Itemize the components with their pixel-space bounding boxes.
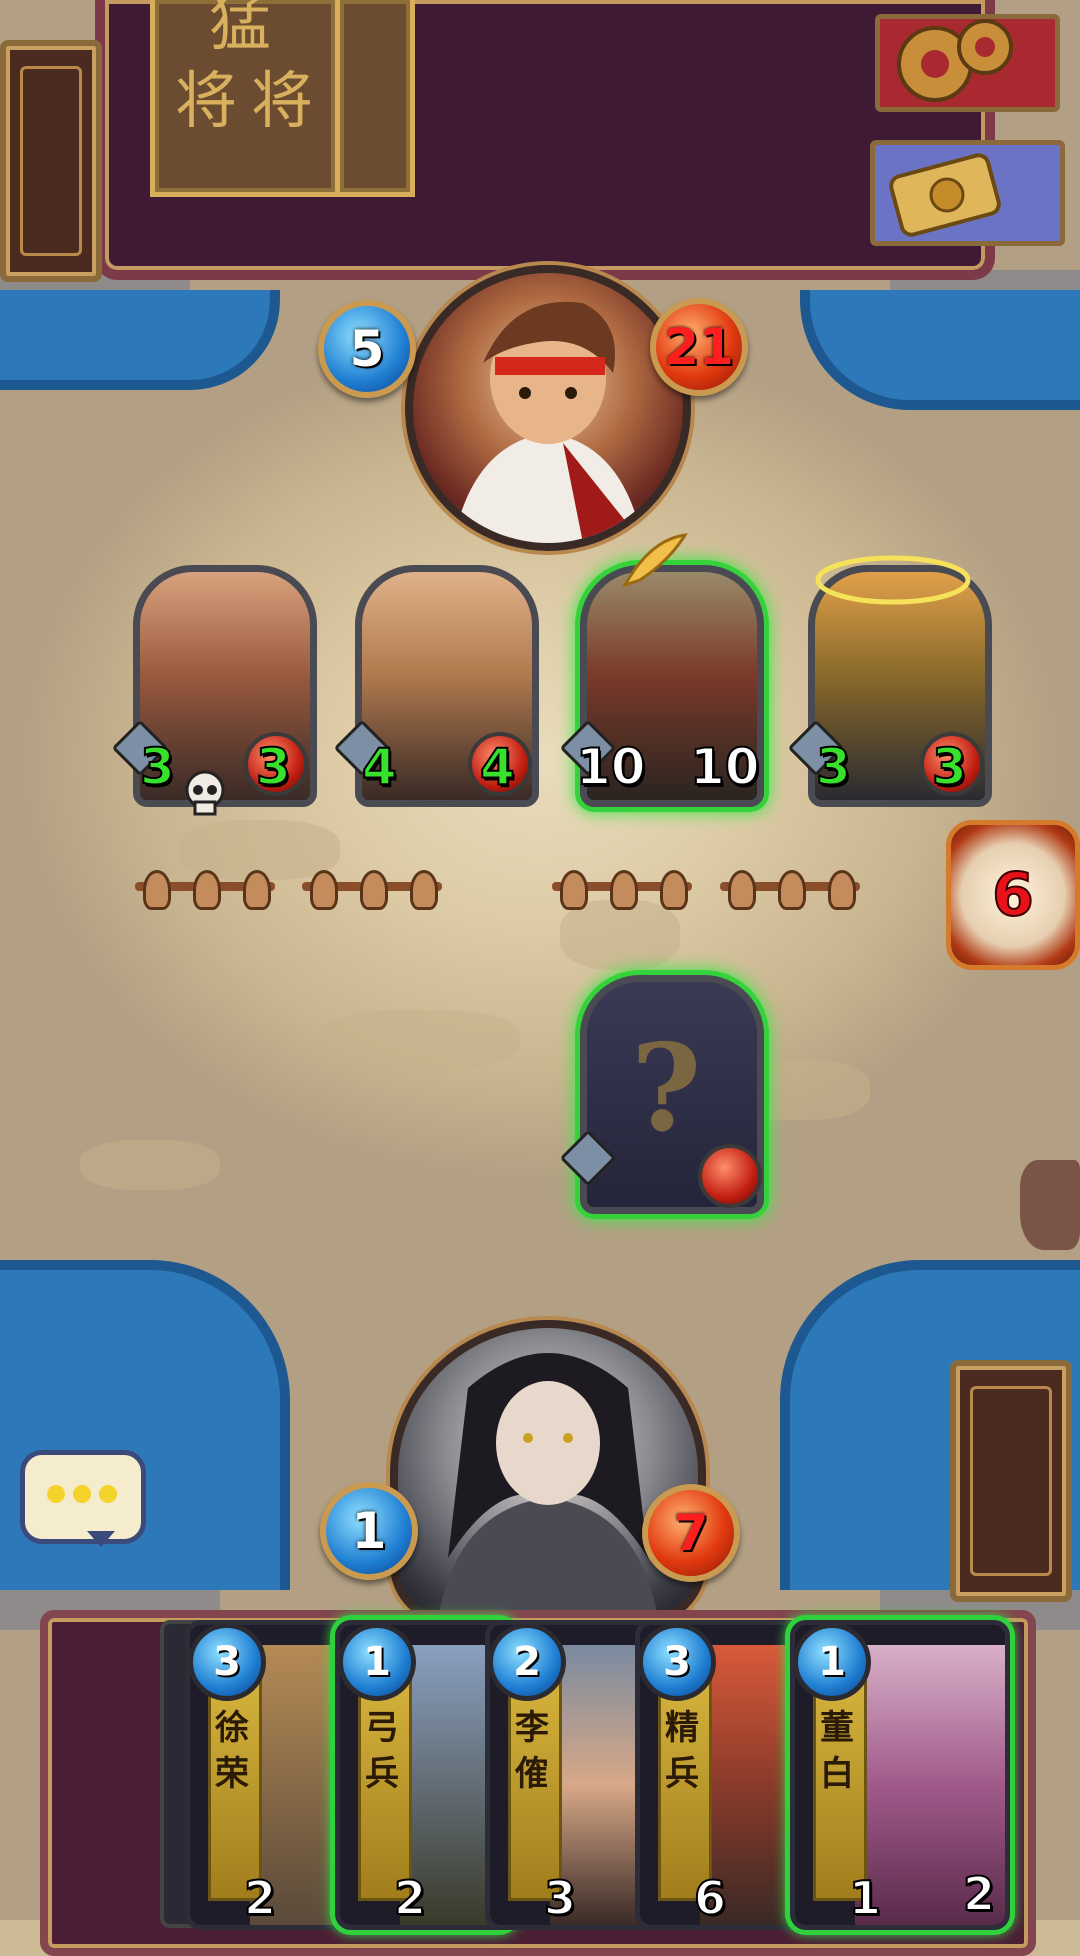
halo-icon	[815, 555, 971, 605]
hand-card-playable[interactable]: 董白 1 1 2	[790, 1620, 1010, 1930]
card-name: 弓兵	[365, 1708, 399, 1794]
settings-gear-icon	[897, 19, 1013, 102]
quests-button[interactable]	[870, 140, 1065, 246]
chat-dot	[73, 1485, 91, 1503]
player-mana-crystal: 1	[320, 1482, 418, 1580]
chat-dot	[47, 1485, 65, 1503]
card-name: 徐荣	[215, 1708, 249, 1794]
card-cost: 3	[190, 1625, 266, 1701]
player-deck-icon[interactable]	[950, 1360, 1072, 1602]
player-hero-art	[438, 1353, 658, 1618]
board-divider-fence	[302, 868, 442, 910]
rock-decoration	[1020, 1160, 1080, 1250]
hand-card[interactable]: 精兵 3 6	[635, 1620, 815, 1930]
opponent-mana-crystal: 5	[318, 300, 416, 398]
chat-bubble-icon[interactable]	[20, 1450, 146, 1547]
quest-scroll-icon	[889, 153, 1001, 237]
chat-dot	[99, 1485, 117, 1503]
minion-health: 3	[931, 738, 968, 796]
card-name: 精兵	[665, 1708, 699, 1794]
player-health: 7	[642, 1484, 740, 1582]
card-attack: 3	[543, 1870, 577, 1925]
minion-health: 3	[255, 738, 292, 796]
card-attack: 2	[393, 1870, 427, 1925]
opponent-hand-card: 猛 将 将	[150, 0, 340, 197]
opponent-deck-icon[interactable]	[0, 40, 102, 282]
card-back-glyph: 将	[251, 64, 314, 137]
board-divider-fence	[720, 868, 860, 910]
card-cost: 1	[795, 1625, 871, 1701]
opponent-hand-card	[335, 0, 415, 197]
skull-icon	[185, 770, 225, 816]
minion-attack: 3	[139, 738, 176, 796]
player-hero-portrait[interactable]	[390, 1320, 706, 1626]
minion-attack: 3	[815, 738, 852, 796]
card-attack: 6	[693, 1870, 727, 1925]
river	[0, 290, 280, 390]
question-mark-icon: ?	[631, 1018, 702, 1159]
card-name: 董白	[820, 1708, 854, 1794]
card-back-glyph: 猛	[209, 0, 272, 59]
ground-texture	[80, 1140, 220, 1190]
card-cost: 3	[640, 1625, 716, 1701]
settings-button[interactable]	[875, 14, 1060, 112]
card-attack: 2	[243, 1870, 277, 1925]
opponent-hero-portrait[interactable]	[405, 265, 691, 551]
ground-texture	[560, 900, 680, 970]
river	[800, 290, 1080, 410]
opponent-hero-art	[453, 301, 643, 543]
feather-icon	[621, 533, 688, 588]
card-back-glyph: 将	[175, 64, 238, 137]
turn-counter[interactable]: 6	[946, 820, 1080, 970]
minion-attack: 4	[361, 738, 398, 796]
card-cost: 1	[340, 1625, 416, 1701]
ground-texture	[320, 1010, 520, 1070]
board-divider-fence	[135, 868, 275, 910]
minion-health: 10	[689, 738, 761, 796]
minion-health: 4	[479, 738, 516, 796]
card-attack: 1	[848, 1870, 882, 1925]
card-cost: 2	[490, 1625, 566, 1701]
minion-attack: 10	[575, 738, 647, 796]
card-name: 李傕	[515, 1708, 549, 1794]
board-divider-fence	[552, 868, 692, 910]
turn-counter-value: 6	[991, 859, 1035, 931]
health-icon	[698, 1144, 762, 1208]
opponent-health: 21	[650, 298, 748, 396]
card-health: 2	[962, 1866, 996, 1922]
